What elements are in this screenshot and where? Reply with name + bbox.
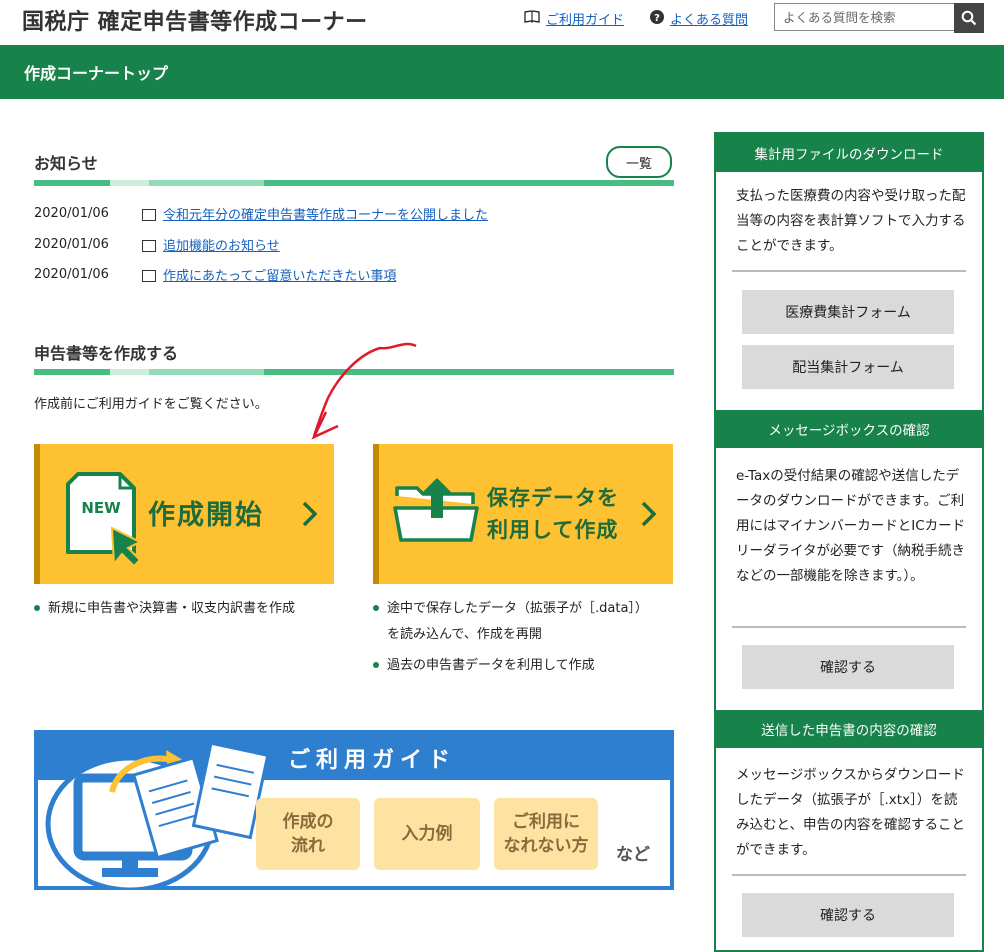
search-icon	[961, 10, 977, 26]
medical-expense-form-button[interactable]: 医療費集計フォーム	[742, 290, 954, 334]
sidebar-heading-download: 集計用ファイルのダウンロード	[716, 134, 982, 172]
bullet-dot	[373, 661, 379, 668]
search-button[interactable]	[954, 3, 984, 33]
start-create-note: 新規に申告書や決算書・収支内訳書を作成	[34, 596, 295, 622]
new-document-icon: NEW	[66, 472, 143, 568]
start-create-button[interactable]: NEW 作成開始	[34, 444, 334, 584]
news-link[interactable]: 令和元年分の確定申告書等作成コーナーを公開しました	[163, 204, 488, 223]
chevron-right-icon	[641, 501, 657, 527]
use-saved-data-label-line2: 利用して作成	[487, 518, 619, 542]
folder-upload-icon	[393, 478, 479, 542]
document-icon	[142, 269, 156, 282]
svg-text:?: ?	[654, 13, 660, 24]
news-link[interactable]: 追加機能のお知らせ	[163, 235, 280, 254]
guide-chip-beginners-line1: ご利用に	[512, 812, 580, 832]
sidebar-divider	[732, 874, 966, 876]
news-date: 2020/01/06	[34, 206, 109, 221]
guide-chip-example[interactable]: 入力例	[374, 798, 480, 870]
sidebar-text-download: 支払った医療費の内容や受け取った配当等の内容を表計算ソフトで入力することができま…	[736, 188, 966, 254]
guide-chip-flow-line1: 作成の	[282, 812, 334, 832]
sidebar-heading-sent-return: 送信した申告書の内容の確認	[716, 710, 982, 748]
guide-etc-text: など	[616, 845, 650, 865]
sidebar-divider	[732, 270, 966, 272]
faq-link[interactable]: ? よくある質問	[650, 9, 748, 28]
sidebar: 集計用ファイルのダウンロード 支払った医療費の内容や受け取った配当等の内容を表計…	[714, 132, 984, 952]
new-badge: NEW	[81, 499, 121, 517]
guide-chip-beginners[interactable]: ご利用に なれない方	[494, 798, 598, 870]
saved-data-note-1-line2: を読み込んで、作成を再開	[387, 627, 542, 642]
saved-data-note-2-text: 過去の申告書データを利用して作成	[387, 658, 595, 673]
news-item: 2020/01/06 追加機能のお知らせ	[34, 235, 280, 254]
news-divider	[34, 180, 674, 186]
guide-chip-example-label: 入力例	[401, 824, 453, 844]
messagebox-confirm-button[interactable]: 確認する	[742, 645, 954, 689]
guide-chip-beginners-line2: なれない方	[503, 836, 589, 856]
saved-data-note-2: 過去の申告書データを利用して作成	[373, 653, 595, 679]
monitor-documents-icon	[45, 741, 268, 888]
start-create-note-text: 新規に申告書や決算書・収支内訳書を作成	[48, 601, 296, 616]
chevron-right-icon	[302, 501, 318, 527]
nav-bar: 作成コーナートップ	[0, 45, 1004, 99]
news-date: 2020/01/06	[34, 237, 109, 252]
search-input[interactable]	[774, 3, 962, 31]
use-saved-data-label-line1: 保存データを	[487, 486, 619, 510]
book-icon	[524, 10, 540, 27]
sent-return-confirm-button[interactable]: 確認する	[742, 893, 954, 937]
create-lead-text: 作成前にご利用ガイドをご覧ください。	[34, 397, 268, 412]
usage-guide-banner[interactable]: ご利用ガイド 作成の流れ 入力例 ご利用になれない方 など	[34, 730, 674, 890]
guide-title: ご利用ガイド	[288, 748, 457, 773]
faq-link-text[interactable]: よくある質問	[670, 9, 748, 28]
news-date: 2020/01/06	[34, 267, 109, 282]
news-item: 2020/01/06 令和元年分の確定申告書等作成コーナーを公開しました	[34, 204, 488, 223]
guide-link[interactable]: ご利用ガイド	[524, 9, 624, 28]
guide-chip-flow-line2: 流れ	[291, 836, 325, 856]
nav-current-page[interactable]: 作成コーナートップ	[24, 60, 168, 84]
site-title[interactable]: 国税庁 確定申告書等作成コーナー	[22, 4, 368, 36]
site-header: 国税庁 確定申告書等作成コーナー ご利用ガイド ? よくある質問	[0, 0, 1004, 45]
news-item: 2020/01/06 作成にあたってご留意いただきたい事項	[34, 265, 396, 284]
sidebar-text-messagebox: e-Taxの受付結果の確認や送信したデータのダウンロードができます。ご利用にはマ…	[736, 468, 966, 584]
create-heading: 申告書等を作成する	[34, 344, 179, 363]
bullet-dot	[373, 604, 379, 611]
news-link[interactable]: 作成にあたってご留意いただきたい事項	[163, 265, 396, 284]
news-list-button[interactable]: 一覧	[606, 146, 672, 178]
sidebar-divider	[732, 626, 966, 628]
sidebar-text-sent-return: メッセージボックスからダウンロードしたデータ（拡張子が［.xtx］）を読み込むと…	[736, 767, 965, 858]
saved-data-note-1: 途中で保存したデータ（拡張子が［.data］） を読み込んで、作成を再開	[373, 596, 648, 648]
faq-search	[774, 3, 984, 33]
sidebar-heading-messagebox: メッセージボックスの確認	[716, 410, 982, 448]
document-icon	[142, 208, 156, 221]
use-saved-data-label: 保存データを 利用して作成	[487, 482, 619, 546]
start-create-label: 作成開始	[148, 500, 264, 531]
guide-chip-flow[interactable]: 作成の 流れ	[256, 798, 360, 870]
bullet-dot	[34, 604, 40, 611]
saved-data-note-1-line1: 途中で保存したデータ（拡張子が［.data］）	[387, 601, 648, 616]
document-icon	[142, 239, 156, 252]
question-icon: ?	[650, 9, 664, 28]
annotation-arrow	[311, 342, 417, 440]
guide-link-text[interactable]: ご利用ガイド	[546, 9, 624, 28]
dividend-form-button[interactable]: 配当集計フォーム	[742, 345, 954, 389]
use-saved-data-button[interactable]: 保存データを 利用して作成	[373, 444, 673, 584]
news-heading: お知らせ	[34, 154, 98, 173]
